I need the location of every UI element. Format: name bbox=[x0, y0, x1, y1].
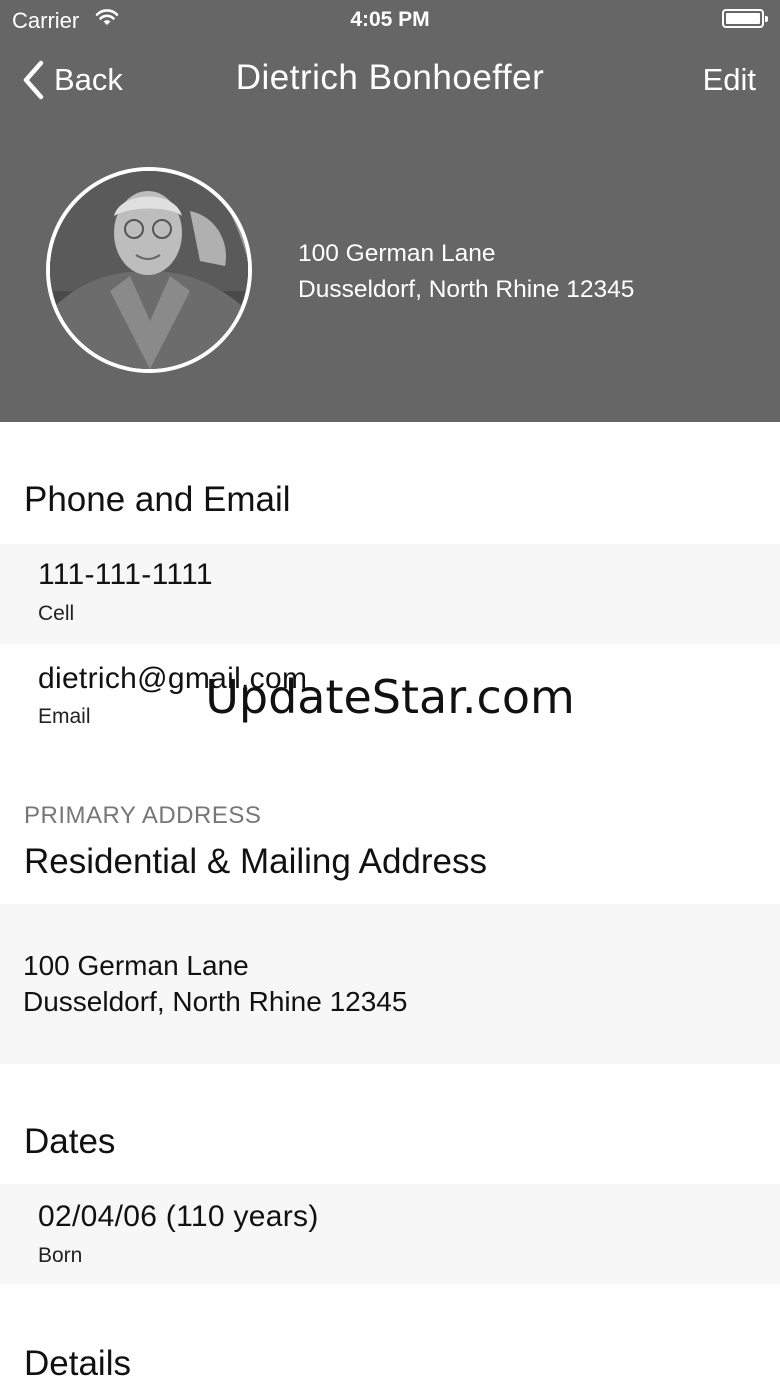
status-bar: Carrier 4:05 PM bbox=[0, 0, 780, 40]
primary-address-caption: PRIMARY ADDRESS bbox=[24, 802, 262, 829]
birth-date-row[interactable]: 02/04/06 (110 years) Born bbox=[0, 1184, 780, 1284]
phone-email-heading: Phone and Email bbox=[24, 480, 291, 519]
edit-button[interactable]: Edit bbox=[703, 62, 756, 98]
details-heading: Details bbox=[24, 1344, 131, 1383]
phone-row[interactable]: 111-111-1111 Cell bbox=[0, 544, 780, 644]
address-line2: Dusseldorf, North Rhine 12345 bbox=[23, 986, 408, 1017]
contact-header: Carrier 4:05 PM Back Dietrich Bonhoeffer… bbox=[0, 0, 780, 422]
address-line1: 100 German Lane bbox=[23, 950, 249, 981]
phone-type-label: Cell bbox=[38, 602, 75, 625]
battery-icon bbox=[722, 9, 768, 28]
contact-photo bbox=[46, 167, 252, 373]
page-title: Dietrich Bonhoeffer bbox=[235, 58, 545, 97]
header-address: 100 German Lane Dusseldorf, North Rhine … bbox=[298, 236, 634, 308]
address-heading: Residential & Mailing Address bbox=[24, 842, 488, 881]
status-time: 4:05 PM bbox=[350, 8, 430, 31]
phone-number: 111-111-1111 bbox=[38, 558, 213, 591]
birth-date-value: 02/04/06 (110 years) bbox=[38, 1200, 319, 1233]
header-address-line2: Dusseldorf, North Rhine 12345 bbox=[298, 276, 635, 303]
dates-heading: Dates bbox=[24, 1122, 116, 1161]
address-block: 100 German Lane Dusseldorf, North Rhine … bbox=[23, 948, 407, 1020]
header-address-line1: 100 German Lane bbox=[298, 240, 496, 267]
navigation-bar: Back Dietrich Bonhoeffer Edit bbox=[0, 48, 780, 112]
watermark-text: UpdateStar.com bbox=[205, 670, 575, 724]
birth-date-label: Born bbox=[38, 1244, 83, 1267]
